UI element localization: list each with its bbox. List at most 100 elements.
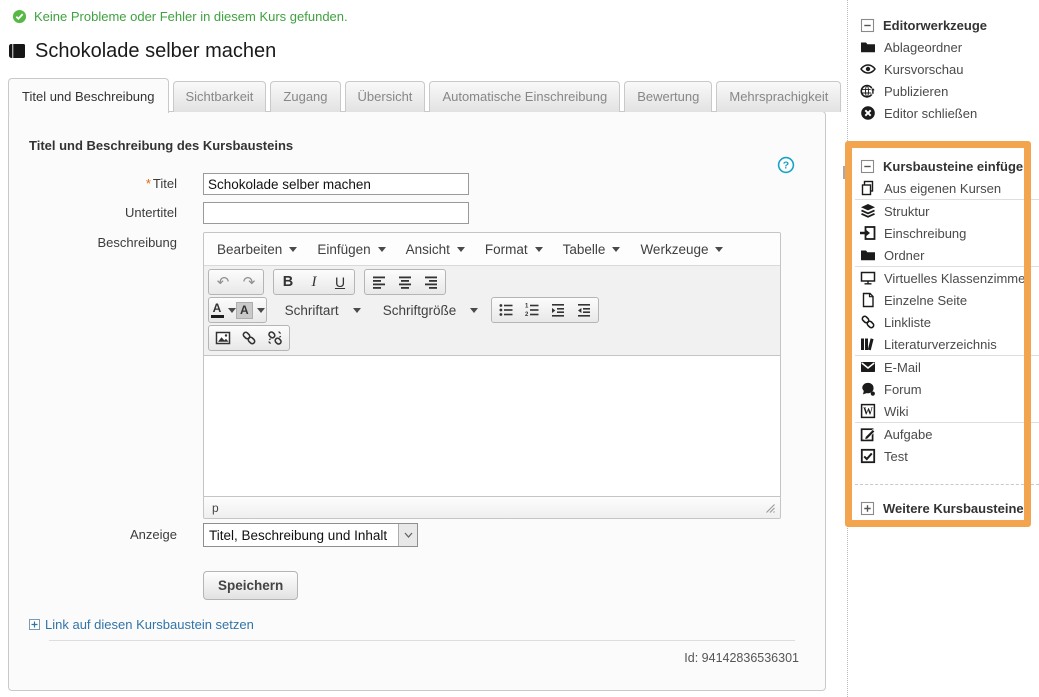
panel-splitter[interactable] bbox=[847, 0, 848, 697]
link-toggle[interactable]: Link auf diesen Kursbaustein setzen bbox=[29, 617, 254, 632]
section-editorwerkzeuge[interactable]: Editorwerkzeuge bbox=[855, 14, 1039, 36]
check-circle-icon bbox=[12, 9, 27, 24]
underline-button[interactable]: U bbox=[327, 271, 353, 293]
sidebar-item-ablageordner[interactable]: Ablageordner bbox=[855, 36, 1039, 58]
bullet-list-button[interactable] bbox=[493, 299, 519, 321]
titel-beschreibung-panel: Titel und Beschreibung des Kursbausteins… bbox=[8, 111, 826, 691]
titel-label: *Titel bbox=[9, 176, 177, 191]
font-style-group: B I U bbox=[273, 269, 355, 295]
save-button[interactable]: Speichern bbox=[203, 571, 298, 600]
font-size-select[interactable]: Schriftgröße bbox=[374, 303, 488, 318]
anzeige-select[interactable]: Titel, Beschreibung und Inhalt bbox=[203, 523, 418, 547]
anzeige-selected-value: Titel, Beschreibung und Inhalt bbox=[204, 524, 398, 546]
caret-down-icon bbox=[612, 247, 620, 252]
publish-globe-icon bbox=[860, 83, 876, 99]
tab-zugang[interactable]: Zugang bbox=[270, 81, 340, 112]
italic-button[interactable]: I bbox=[301, 271, 327, 293]
select-arrow-button bbox=[398, 524, 417, 546]
redo-button[interactable]: ↷ bbox=[236, 271, 262, 293]
sidebar-item-literaturverzeichnis[interactable]: Literaturverzeichnis bbox=[855, 333, 1024, 355]
resize-grip-icon[interactable] bbox=[764, 502, 776, 514]
image-icon bbox=[215, 330, 231, 346]
menu-werkzeuge[interactable]: Werkzeuge bbox=[630, 233, 733, 265]
align-center-button[interactable] bbox=[392, 271, 418, 293]
help-icon[interactable]: ? bbox=[777, 156, 795, 174]
editor-content-area[interactable] bbox=[204, 356, 780, 496]
anzeige-label: Anzeige bbox=[9, 527, 177, 542]
caret-down-icon bbox=[535, 247, 543, 252]
bold-button[interactable]: B bbox=[275, 271, 301, 293]
remove-link-button[interactable] bbox=[262, 327, 288, 349]
list-indent-group: 12 bbox=[491, 297, 599, 323]
pencil-square-icon bbox=[860, 426, 876, 442]
font-family-select[interactable]: Schriftart bbox=[276, 303, 370, 318]
menu-bearbeiten[interactable]: Bearbeiten bbox=[207, 233, 307, 265]
sidebar-item-struktur[interactable]: Struktur bbox=[855, 200, 1024, 222]
tab-sichtbarkeit[interactable]: Sichtbarkeit bbox=[173, 81, 267, 112]
sidebar-item-aus-eigenen-kursen[interactable]: Aus eigenen Kursen bbox=[855, 177, 1024, 199]
sidebar-item-kursvorschau[interactable]: Kursvorschau bbox=[855, 58, 1039, 80]
menu-tabelle[interactable]: Tabelle bbox=[553, 233, 631, 265]
insert-link-button[interactable] bbox=[236, 327, 262, 349]
caret-down-icon bbox=[228, 308, 236, 313]
sidebar-item-linkliste[interactable]: Linkliste bbox=[855, 311, 1024, 333]
svg-text:1: 1 bbox=[525, 304, 529, 310]
text-color-button[interactable]: A bbox=[210, 299, 236, 321]
background-color-button[interactable]: A bbox=[236, 299, 265, 321]
alignment-group bbox=[364, 269, 446, 295]
tab-bar: Titel und Beschreibung Sichtbarkeit Zuga… bbox=[8, 78, 845, 112]
section-kursbausteine-einfuegen[interactable]: Kursbausteine einfügen bbox=[855, 155, 1039, 177]
untertitel-input[interactable] bbox=[203, 202, 469, 224]
tab-bewertung[interactable]: Bewertung bbox=[624, 81, 712, 112]
tab-mehrsprachigkeit[interactable]: Mehrsprachigkeit bbox=[716, 81, 841, 112]
align-right-button[interactable] bbox=[418, 271, 444, 293]
footer-divider bbox=[49, 640, 795, 641]
sidebar-item-wiki[interactable]: W Wiki bbox=[855, 400, 1024, 422]
untertitel-label: Untertitel bbox=[9, 205, 177, 220]
monitor-icon bbox=[860, 270, 876, 286]
titel-input[interactable] bbox=[203, 173, 469, 195]
caret-down-icon bbox=[257, 308, 265, 313]
align-left-button[interactable] bbox=[366, 271, 392, 293]
splitter-handle[interactable] bbox=[843, 166, 848, 179]
tab-automatische-einschreibung[interactable]: Automatische Einschreibung bbox=[429, 81, 620, 112]
chain-link-icon bbox=[860, 314, 876, 330]
panel-heading: Titel und Beschreibung des Kursbausteins bbox=[29, 138, 293, 153]
align-center-icon bbox=[397, 274, 413, 290]
outdent-button[interactable] bbox=[571, 299, 597, 321]
tab-uebersicht[interactable]: Übersicht bbox=[345, 81, 426, 112]
section-weitere-kursbausteine[interactable]: Weitere Kursbausteine bbox=[855, 497, 1039, 519]
sidebar-item-virtuelles-klassenzimmer[interactable]: Virtuelles Klassenzimmer bbox=[855, 267, 1024, 289]
sidebar-item-einzelne-seite[interactable]: Einzelne Seite bbox=[855, 289, 1024, 311]
tab-titel-und-beschreibung[interactable]: Titel und Beschreibung bbox=[8, 78, 169, 113]
menu-format[interactable]: Format bbox=[475, 233, 553, 265]
sidebar-item-publizieren[interactable]: Publizieren bbox=[855, 80, 1039, 102]
numbered-list-button[interactable]: 12 bbox=[519, 299, 545, 321]
status-banner: Keine Probleme oder Fehler in diesem Kur… bbox=[12, 9, 348, 24]
forecolor-icon: A bbox=[211, 302, 224, 318]
indent-button[interactable] bbox=[545, 299, 571, 321]
sidebar-item-ordner[interactable]: Ordner bbox=[855, 244, 1024, 266]
sidebar-item-editor-schliessen[interactable]: Editor schließen bbox=[855, 102, 1039, 124]
undo-button[interactable]: ↶ bbox=[210, 271, 236, 293]
plus-box-icon bbox=[860, 501, 875, 516]
wiki-w-icon: W bbox=[860, 403, 876, 419]
caret-down-icon bbox=[353, 308, 361, 313]
sidebar-item-einschreibung[interactable]: Einschreibung bbox=[855, 222, 1024, 244]
menu-einfuegen[interactable]: Einfügen bbox=[307, 233, 395, 265]
sidebar-item-forum[interactable]: Forum bbox=[855, 378, 1024, 400]
editor-sidebar: Editorwerkzeuge Ablageordner Kursvorscha… bbox=[855, 0, 1039, 519]
copy-pages-icon bbox=[860, 180, 876, 196]
undo-redo-group: ↶ ↷ bbox=[208, 269, 264, 295]
envelope-icon bbox=[860, 359, 876, 375]
bold-icon: B bbox=[283, 274, 293, 290]
sidebar-item-test[interactable]: Test bbox=[855, 445, 1024, 467]
book-icon bbox=[8, 43, 27, 60]
redo-icon: ↷ bbox=[243, 275, 256, 290]
sidebar-item-email[interactable]: E-Mail bbox=[855, 356, 1024, 378]
element-path[interactable]: p bbox=[212, 501, 219, 515]
sidebar-item-aufgabe[interactable]: Aufgabe bbox=[855, 423, 1024, 445]
chain-link-icon bbox=[241, 330, 257, 346]
insert-image-button[interactable] bbox=[210, 327, 236, 349]
menu-ansicht[interactable]: Ansicht bbox=[396, 233, 475, 265]
